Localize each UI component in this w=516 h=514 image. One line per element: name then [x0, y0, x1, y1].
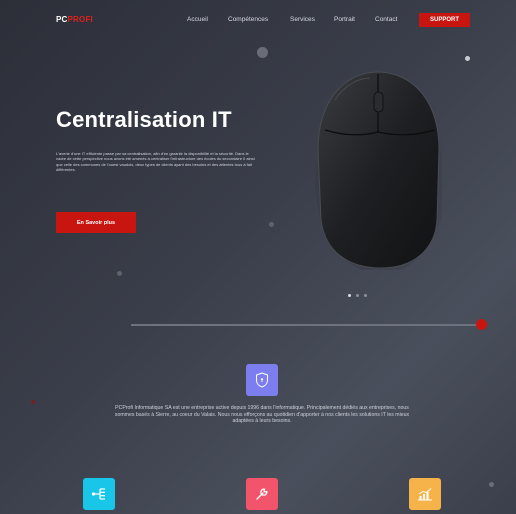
decor-dot: [269, 222, 274, 227]
brand-part-2: PROFI: [67, 15, 93, 24]
nav-item-portrait[interactable]: Portrait: [334, 16, 355, 23]
slider-dot[interactable]: [364, 294, 367, 297]
red-accent-dot: [476, 319, 487, 330]
decor-dot: [31, 400, 35, 404]
shield-icon: [256, 372, 268, 388]
computer-mouse-image: [315, 71, 442, 270]
slider-dot[interactable]: [348, 294, 351, 297]
nav-item-accueil[interactable]: Accueil: [187, 16, 208, 23]
nav-item-services[interactable]: Services: [290, 16, 315, 23]
decor-dot: [465, 56, 470, 61]
hero-title: Centralisation IT: [56, 107, 232, 132]
slider-pagination: [348, 294, 367, 297]
decor-dot: [489, 482, 494, 487]
service-network-box[interactable]: [83, 478, 115, 510]
brand-logo[interactable]: PCPROFI: [56, 15, 93, 24]
page: PCPROFI Accueil Compétences Services Por…: [0, 0, 516, 514]
support-button[interactable]: SUPPORT: [419, 13, 470, 27]
divider-line: [131, 324, 481, 326]
decor-dot: [257, 47, 268, 58]
nav-item-contact[interactable]: Contact: [375, 16, 397, 23]
learn-more-button[interactable]: En Savoir plus: [56, 212, 136, 233]
wrench-icon: [256, 488, 268, 500]
feature-icon-box: [246, 364, 278, 396]
about-text: PCProfi Informatique SA est une entrepri…: [114, 405, 410, 425]
service-maintenance-box[interactable]: [246, 478, 278, 510]
decor-dot: [117, 271, 122, 276]
network-icon: [91, 488, 105, 500]
hero-description: L'avenir d'une IT efficiente passe par s…: [56, 151, 255, 173]
nav-item-competences[interactable]: Compétences: [228, 16, 268, 23]
service-analytics-box[interactable]: [409, 478, 441, 510]
slider-dot[interactable]: [356, 294, 359, 297]
chart-icon: [418, 488, 432, 501]
brand-part-1: PC: [56, 15, 68, 24]
